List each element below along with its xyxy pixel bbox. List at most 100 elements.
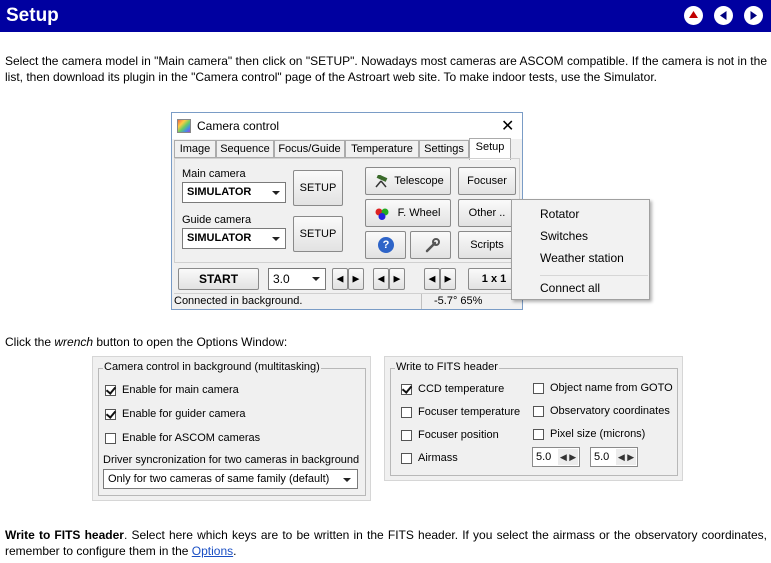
driver-sync-value: Only for two cameras of same family (def… bbox=[108, 473, 330, 485]
camera-control-window: Camera control ✕ Image Sequence Focus/Gu… bbox=[171, 112, 523, 310]
pixel-size-y-value: 5.0 bbox=[594, 451, 610, 463]
wrench-paragraph: Click the wrench button to open the Opti… bbox=[5, 334, 767, 350]
ccd-temperature-label: CCD temperature bbox=[418, 383, 505, 395]
wrench-text-before: Click the bbox=[5, 335, 55, 349]
start-button[interactable]: START bbox=[178, 268, 259, 290]
help-button[interactable]: ? bbox=[365, 231, 406, 259]
wrench-button[interactable] bbox=[410, 231, 451, 259]
enable-guider-checkbox[interactable] bbox=[105, 409, 116, 420]
pixel-size-checkbox[interactable] bbox=[533, 429, 544, 440]
exposure-select[interactable]: 3.0 bbox=[268, 268, 326, 290]
telescope-button[interactable]: Telescope bbox=[365, 167, 451, 195]
telescope-icon bbox=[375, 175, 388, 188]
left-arrow-button[interactable]: ◀ bbox=[332, 268, 348, 290]
forward-arrow-icon[interactable] bbox=[744, 6, 763, 25]
left-arrow-button[interactable]: ◀ bbox=[424, 268, 440, 290]
tab-temperature[interactable]: Temperature bbox=[345, 140, 419, 158]
focuser-label: Focuser bbox=[467, 175, 507, 187]
menu-item-switches[interactable]: Switches bbox=[540, 229, 588, 243]
fits-text-bold: Write to FITS header bbox=[5, 528, 124, 542]
start-label: START bbox=[198, 272, 239, 286]
observatory-coordinates-label: Observatory coordinates bbox=[550, 405, 670, 417]
right-arrow-button[interactable]: ▶ bbox=[389, 268, 405, 290]
main-camera-select[interactable]: SIMULATOR bbox=[182, 182, 286, 203]
chevron-down-icon bbox=[312, 277, 320, 281]
fits-paragraph: Write to FITS header. Select here which … bbox=[5, 527, 767, 559]
telescope-label: Telescope bbox=[394, 175, 444, 187]
scripts-label: Scripts bbox=[470, 239, 504, 251]
tab-focus-guide[interactable]: Focus/Guide bbox=[274, 140, 345, 158]
airmass-label: Airmass bbox=[418, 452, 458, 464]
focuser-button[interactable]: Focuser bbox=[458, 167, 516, 195]
other-menu: Rotator Switches Weather station Connect… bbox=[511, 199, 650, 300]
chevron-down-icon bbox=[272, 237, 280, 241]
background-group-title: Camera control in background (multitaski… bbox=[103, 361, 321, 373]
options-link[interactable]: Options bbox=[192, 544, 233, 558]
fits-text-end: . bbox=[233, 544, 237, 558]
main-camera-label: Main camera bbox=[182, 168, 246, 180]
exposure-value: 3.0 bbox=[273, 272, 290, 286]
guide-camera-setup-button[interactable]: SETUP bbox=[293, 216, 343, 252]
status-divider bbox=[421, 294, 422, 309]
pixel-size-x-spinner[interactable]: 5.0 ◀ ▶ bbox=[532, 447, 580, 467]
background-options-panel: Camera control in background (multitaski… bbox=[92, 356, 371, 501]
focuser-temperature-label: Focuser temperature bbox=[418, 406, 521, 418]
tab-setup[interactable]: Setup bbox=[469, 138, 511, 160]
page-header: Setup bbox=[0, 0, 771, 32]
close-icon[interactable]: ✕ bbox=[501, 116, 514, 136]
focuser-temperature-checkbox[interactable] bbox=[401, 407, 412, 418]
spinner-arrows-icon[interactable]: ◀ ▶ bbox=[558, 449, 578, 465]
tab-settings[interactable]: Settings bbox=[419, 140, 469, 158]
app-icon bbox=[177, 119, 191, 133]
main-camera-value: SIMULATOR bbox=[187, 186, 252, 198]
spinner-arrows-icon[interactable]: ◀ ▶ bbox=[616, 449, 636, 465]
pixel-size-y-spinner[interactable]: 5.0 ◀ ▶ bbox=[590, 447, 638, 467]
tab-sequence[interactable]: Sequence bbox=[216, 140, 274, 158]
enable-main-checkbox[interactable] bbox=[105, 385, 116, 396]
status-temperature: -5.7° 65% bbox=[434, 295, 483, 307]
ccd-temperature-checkbox[interactable] bbox=[401, 384, 412, 395]
scripts-button[interactable]: Scripts bbox=[458, 231, 516, 259]
fits-group-title: Write to FITS header bbox=[395, 361, 499, 373]
back-arrow-icon[interactable] bbox=[714, 6, 733, 25]
wrench-text-after: button to open the Options Window: bbox=[93, 335, 288, 349]
guide-camera-value: SIMULATOR bbox=[187, 232, 252, 244]
pixel-size-x-value: 5.0 bbox=[536, 451, 552, 463]
intro-paragraph: Select the camera model in "Main camera"… bbox=[5, 54, 767, 84]
other-label: Other .. bbox=[468, 207, 506, 219]
setup-button-label: SETUP bbox=[299, 182, 337, 194]
left-arrow-button[interactable]: ◀ bbox=[373, 268, 389, 290]
menu-item-rotator[interactable]: Rotator bbox=[540, 207, 579, 221]
focuser-position-label: Focuser position bbox=[418, 429, 499, 441]
driver-sync-label: Driver syncronization for two cameras in… bbox=[103, 454, 360, 466]
observatory-coordinates-checkbox[interactable] bbox=[533, 406, 544, 417]
status-text: Connected in background. bbox=[174, 295, 303, 307]
page-title: Setup bbox=[6, 5, 59, 26]
window-titlebar: Camera control ✕ bbox=[172, 113, 522, 139]
tab-image[interactable]: Image bbox=[174, 140, 216, 158]
airmass-checkbox[interactable] bbox=[401, 453, 412, 464]
right-arrow-button[interactable]: ▶ bbox=[440, 268, 456, 290]
object-name-label: Object name from GOTO bbox=[550, 382, 673, 394]
wrench-text-emphasis: wrench bbox=[54, 335, 94, 349]
object-name-checkbox[interactable] bbox=[533, 383, 544, 394]
filter-wheel-icon bbox=[375, 208, 389, 220]
filter-wheel-label: F. Wheel bbox=[397, 207, 441, 219]
up-arrow-icon[interactable] bbox=[684, 6, 703, 25]
filter-wheel-button[interactable]: F. Wheel bbox=[365, 199, 451, 227]
focuser-position-checkbox[interactable] bbox=[401, 430, 412, 441]
other-button[interactable]: Other .. bbox=[458, 199, 516, 227]
pixel-size-label: Pixel size (microns) bbox=[550, 428, 646, 440]
right-arrow-button[interactable]: ▶ bbox=[348, 268, 364, 290]
wrench-icon bbox=[425, 238, 440, 253]
menu-separator bbox=[540, 275, 648, 276]
menu-item-connect-all[interactable]: Connect all bbox=[540, 281, 600, 295]
main-camera-setup-button[interactable]: SETUP bbox=[293, 170, 343, 206]
menu-item-weather-station[interactable]: Weather station bbox=[540, 251, 624, 265]
guide-camera-label: Guide camera bbox=[182, 214, 252, 226]
driver-sync-select[interactable]: Only for two cameras of same family (def… bbox=[103, 469, 358, 489]
enable-ascom-label: Enable for ASCOM cameras bbox=[122, 432, 261, 444]
chevron-down-icon bbox=[343, 478, 351, 482]
guide-camera-select[interactable]: SIMULATOR bbox=[182, 228, 286, 249]
enable-ascom-checkbox[interactable] bbox=[105, 433, 116, 444]
